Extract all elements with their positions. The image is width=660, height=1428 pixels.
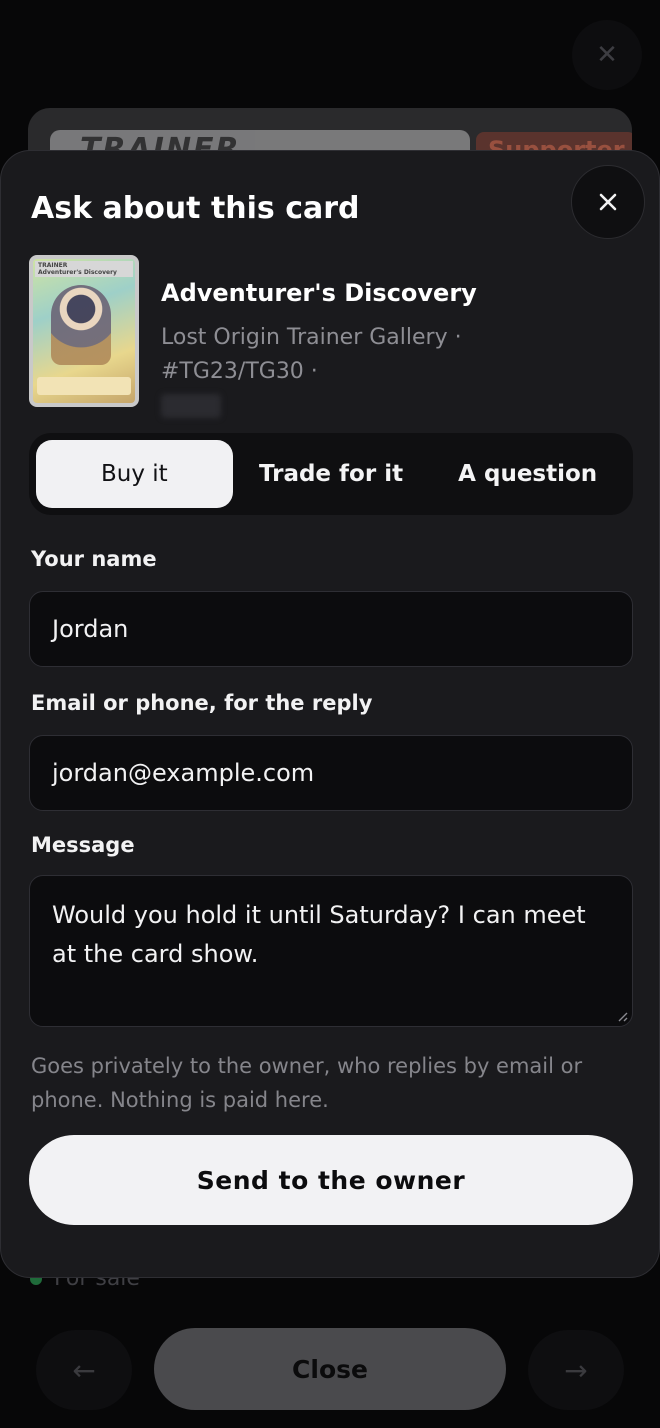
message-text: Would you hold it until Saturday? I can … — [52, 901, 586, 968]
viewer-close-text-button[interactable]: Close — [154, 1328, 506, 1410]
message-label: Message — [31, 833, 135, 857]
tab-buy[interactable]: Buy it — [36, 440, 233, 508]
name-label: Your name — [31, 547, 157, 571]
sheet-close-button[interactable] — [571, 165, 645, 239]
card-art — [51, 285, 111, 365]
close-icon: ✕ — [596, 40, 618, 70]
ask-sheet: Ask about this card TRAINER Adventurer's… — [0, 150, 660, 1278]
privacy-hint: Goes privately to the owner, who replies… — [31, 1054, 583, 1112]
message-field[interactable]: Would you hold it until Saturday? I can … — [29, 875, 633, 1027]
resize-handle-icon[interactable] — [614, 1008, 628, 1022]
prev-card-button[interactable]: ← — [36, 1330, 132, 1410]
contact-field[interactable]: jordan@example.com — [29, 735, 633, 811]
contact-label: Email or phone, for the reply — [31, 691, 373, 715]
card-name: Adventurer's Discovery — [161, 279, 477, 307]
page: ✕ TRAINER Supporter For sale ← Close → A… — [0, 0, 660, 1428]
card-thumbnail: TRAINER Adventurer's Discovery — [29, 255, 139, 407]
tab-trade[interactable]: Trade for it — [233, 440, 430, 508]
redacted-price — [161, 394, 221, 418]
card-text-box — [37, 377, 131, 395]
tab-question[interactable]: A question — [429, 440, 626, 508]
intent-tabs: Buy it Trade for it A question — [29, 433, 633, 515]
thumb-type: TRAINER — [38, 262, 68, 269]
card-set-number: Lost Origin Trainer Gallery · #TG23/TG30… — [161, 325, 462, 384]
arrow-right-icon: → — [564, 1353, 588, 1387]
sheet-title: Ask about this card — [31, 191, 360, 226]
name-field[interactable]: Jordan — [29, 591, 633, 667]
arrow-left-icon: ← — [72, 1353, 96, 1387]
thumb-name: Adventurer's Discovery — [38, 269, 117, 276]
next-card-button[interactable]: → — [528, 1330, 624, 1410]
send-button[interactable]: Send to the owner — [29, 1135, 633, 1225]
thumb-header: TRAINER Adventurer's Discovery — [35, 261, 133, 277]
card-info: Adventurer's Discovery Lost Origin Train… — [161, 255, 611, 423]
card-meta: Lost Origin Trainer Gallery · #TG23/TG30… — [161, 321, 611, 423]
viewer-close-button[interactable]: ✕ — [572, 20, 642, 90]
card-summary: TRAINER Adventurer's Discovery Adventure… — [29, 255, 611, 423]
close-icon — [599, 193, 617, 211]
